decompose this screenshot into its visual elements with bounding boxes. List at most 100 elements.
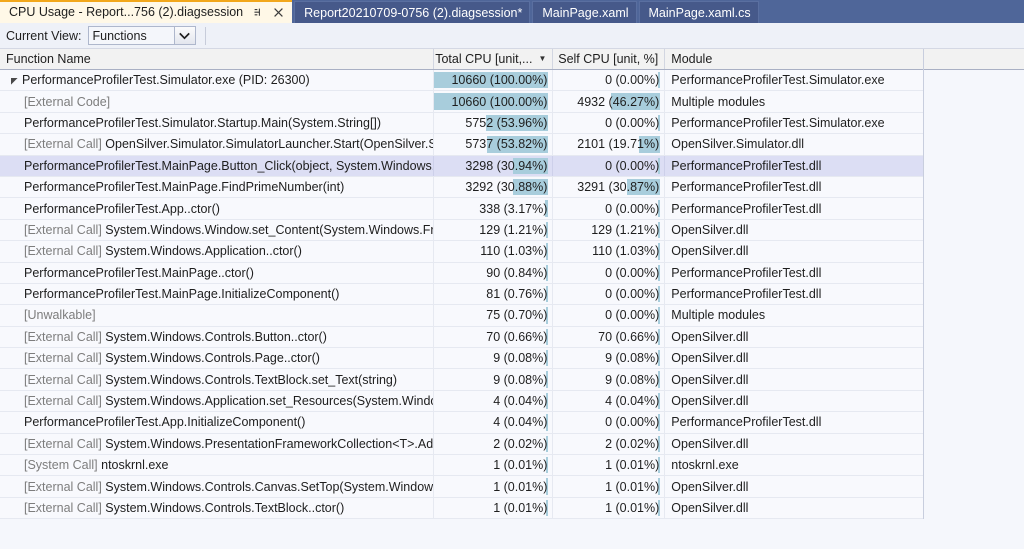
- table-row[interactable]: [External Call] System.Windows.Controls.…: [0, 476, 923, 498]
- table-row[interactable]: [External Call] System.Windows.Presentat…: [0, 433, 923, 456]
- tab-label: Report20210709-0756 (2).diagsession*: [304, 5, 523, 20]
- table-row[interactable]: PerformanceProfilerTest.Simulator.exe (P…: [0, 70, 923, 92]
- cell-module: PerformanceProfilerTest.dll: [665, 177, 923, 197]
- table-row[interactable]: [External Call] System.Windows.Applicati…: [0, 241, 923, 263]
- function-name-text: [Unwalkable]: [24, 308, 96, 322]
- cell-module: OpenSilver.dll: [665, 327, 923, 347]
- cell-value-text: 5752 (53.96%): [465, 115, 548, 130]
- table-row[interactable]: [External Call] OpenSilver.Simulator.Sim…: [0, 134, 923, 156]
- function-name-text: PerformanceProfilerTest.MainPage.Button_…: [24, 158, 434, 173]
- pin-icon[interactable]: [252, 6, 265, 19]
- cell-total-cpu: 5737 (53.82%): [434, 134, 554, 155]
- table-row[interactable]: PerformanceProfilerTest.App.InitializeCo…: [0, 412, 923, 434]
- function-name-prefix: [System Call]: [24, 458, 98, 473]
- cell-module: PerformanceProfilerTest.dll: [665, 412, 923, 432]
- table-row[interactable]: PerformanceProfilerTest.Simulator.Startu…: [0, 112, 923, 135]
- table-row[interactable]: [External Call] System.Windows.Controls.…: [0, 369, 923, 391]
- table-row[interactable]: PerformanceProfilerTest.MainPage.Initial…: [0, 283, 923, 306]
- cell-total-cpu: 129 (1.21%): [434, 219, 554, 241]
- table-row[interactable]: [Unwalkable] 75 (0.70%) 0 (0.00%) Multiple …: [0, 305, 923, 327]
- cell-value-text: 9 (0.08%): [493, 351, 548, 366]
- cell-total-cpu: 3292 (30.88%): [434, 176, 554, 198]
- cell-function-name: PerformanceProfilerTest.MainPage..ctor(): [0, 262, 434, 283]
- tab-mainpage-xaml[interactable]: MainPage.xaml: [532, 1, 637, 23]
- function-name-prefix: [External Call]: [24, 436, 102, 451]
- sort-descending-caret-icon: ▼: [538, 54, 547, 63]
- cell-self-cpu: 4932 (46.27%): [553, 91, 666, 112]
- cell-total-cpu: 4 (0.04%): [434, 412, 554, 433]
- tab-label: MainPage.xaml: [542, 5, 629, 20]
- column-header-module[interactable]: Module: [665, 49, 923, 69]
- column-header-self-cpu[interactable]: Self CPU [unit, %]: [553, 49, 666, 69]
- module-text: Multiple modules: [671, 308, 766, 323]
- cell-value-text: 4 (0.04%): [493, 415, 548, 430]
- module-text: PerformanceProfilerTest.dll: [671, 415, 822, 430]
- module-text: Multiple modules: [671, 94, 766, 109]
- tab-cpu-usage-report[interactable]: CPU Usage - Report...756 (2).diagsession: [0, 0, 293, 23]
- cell-function-name: [External Call] System.Windows.Controls.…: [0, 476, 434, 497]
- cell-value-text: 9 (0.08%): [605, 351, 660, 366]
- cell-self-cpu: 1 (0.01%): [553, 455, 666, 476]
- cell-value-text: 9 (0.08%): [493, 372, 548, 387]
- cell-value-text: 9 (0.08%): [605, 372, 660, 387]
- column-header-total-cpu[interactable]: Total CPU [unit,... ▼: [433, 49, 554, 69]
- function-name-prefix: [External Call]: [24, 222, 102, 237]
- table-row[interactable]: PerformanceProfilerTest.MainPage.FindPri…: [0, 176, 923, 199]
- function-name-prefix: [External Call]: [24, 501, 102, 515]
- function-name-text: [System Call] ntoskrnl.exe: [24, 458, 169, 473]
- table-row[interactable]: PerformanceProfilerTest.MainPage.Button_…: [0, 155, 923, 177]
- module-text: ntoskrnl.exe: [671, 458, 739, 473]
- functions-grid: Function Name Total CPU [unit,... ▼ Self…: [0, 49, 924, 520]
- report-toolbar: Current View: Functions: [0, 23, 1024, 49]
- function-name-text: [External Call] System.Windows.Controls.…: [24, 351, 320, 366]
- cell-value-text: 70 (0.66%): [598, 329, 660, 344]
- cell-total-cpu: 90 (0.84%): [434, 262, 554, 283]
- current-view-select[interactable]: Functions: [87, 26, 196, 45]
- function-name-text: [External Call] System.Windows.Window.se…: [24, 222, 434, 237]
- expander-collapse-icon[interactable]: [8, 76, 20, 85]
- cell-module: OpenSilver.dll: [665, 348, 923, 368]
- table-row[interactable]: [System Call] ntoskrnl.exe 1 (0.01%) 1 (0.…: [0, 455, 923, 477]
- table-row[interactable]: PerformanceProfilerTest.App..ctor() 338 (…: [0, 198, 923, 220]
- table-row[interactable]: [External Call] System.Windows.Window.se…: [0, 219, 923, 242]
- close-icon[interactable]: [272, 6, 285, 19]
- cell-self-cpu: 0 (0.00%): [553, 262, 666, 283]
- cell-value-text: 3291 (30.87%): [577, 180, 660, 195]
- table-row[interactable]: [External Call] System.Windows.Applicati…: [0, 390, 923, 413]
- table-row[interactable]: PerformanceProfilerTest.MainPage..ctor()…: [0, 262, 923, 284]
- module-text: OpenSilver.dll: [671, 394, 749, 409]
- cell-function-name: PerformanceProfilerTest.App..ctor(): [0, 198, 434, 219]
- tab-mainpage-xaml-cs[interactable]: MainPage.xaml.cs: [638, 1, 759, 23]
- cell-total-cpu: 70 (0.66%): [434, 326, 554, 348]
- grid-right-empty-header: [924, 49, 1024, 70]
- cell-self-cpu: 2101 (19.71%): [553, 134, 666, 155]
- module-text: OpenSilver.dll: [671, 222, 749, 237]
- cell-value-text: 129 (1.21%): [479, 222, 548, 237]
- cell-module: OpenSilver.dll: [665, 369, 923, 389]
- functions-grid-container: Function Name Total CPU [unit,... ▼ Self…: [0, 49, 1024, 549]
- cell-self-cpu: 0 (0.00%): [553, 112, 666, 134]
- tab-report-diagsession[interactable]: Report20210709-0756 (2).diagsession*: [294, 1, 531, 23]
- cell-module: OpenSilver.dll: [665, 220, 923, 240]
- cell-module: PerformanceProfilerTest.dll: [665, 284, 923, 304]
- module-text: PerformanceProfilerTest.dll: [671, 158, 822, 173]
- function-name-text: PerformanceProfilerTest.Simulator.exe (P…: [22, 73, 310, 88]
- cell-function-name: [Unwalkable]: [0, 305, 434, 326]
- table-row[interactable]: [External Call] System.Windows.Controls.…: [0, 497, 923, 520]
- cell-total-cpu: 5752 (53.96%): [434, 112, 554, 134]
- cell-value-text: 4932 (46.27%): [577, 94, 660, 109]
- cell-value-text: 1 (0.01%): [605, 458, 660, 473]
- function-name-prefix: [External Call]: [24, 137, 102, 152]
- grid-right-empty-pane: [924, 49, 1024, 549]
- table-row[interactable]: [External Code] 10660 (100.00%) 4932 (46.2…: [0, 91, 923, 113]
- cell-function-name: PerformanceProfilerTest.Simulator.Startu…: [0, 112, 434, 134]
- cell-value-text: 0 (0.00%): [605, 73, 660, 88]
- cell-module: OpenSilver.dll: [665, 434, 923, 454]
- cell-self-cpu: 0 (0.00%): [553, 283, 666, 305]
- table-row[interactable]: [External Call] System.Windows.Controls.…: [0, 326, 923, 349]
- table-row[interactable]: [External Call] System.Windows.Controls.…: [0, 348, 923, 370]
- column-header-function-name[interactable]: Function Name: [0, 49, 434, 69]
- cell-value-text: 81 (0.76%): [486, 287, 548, 302]
- module-text: OpenSilver.dll: [671, 351, 749, 366]
- chevron-down-icon[interactable]: [173, 27, 195, 44]
